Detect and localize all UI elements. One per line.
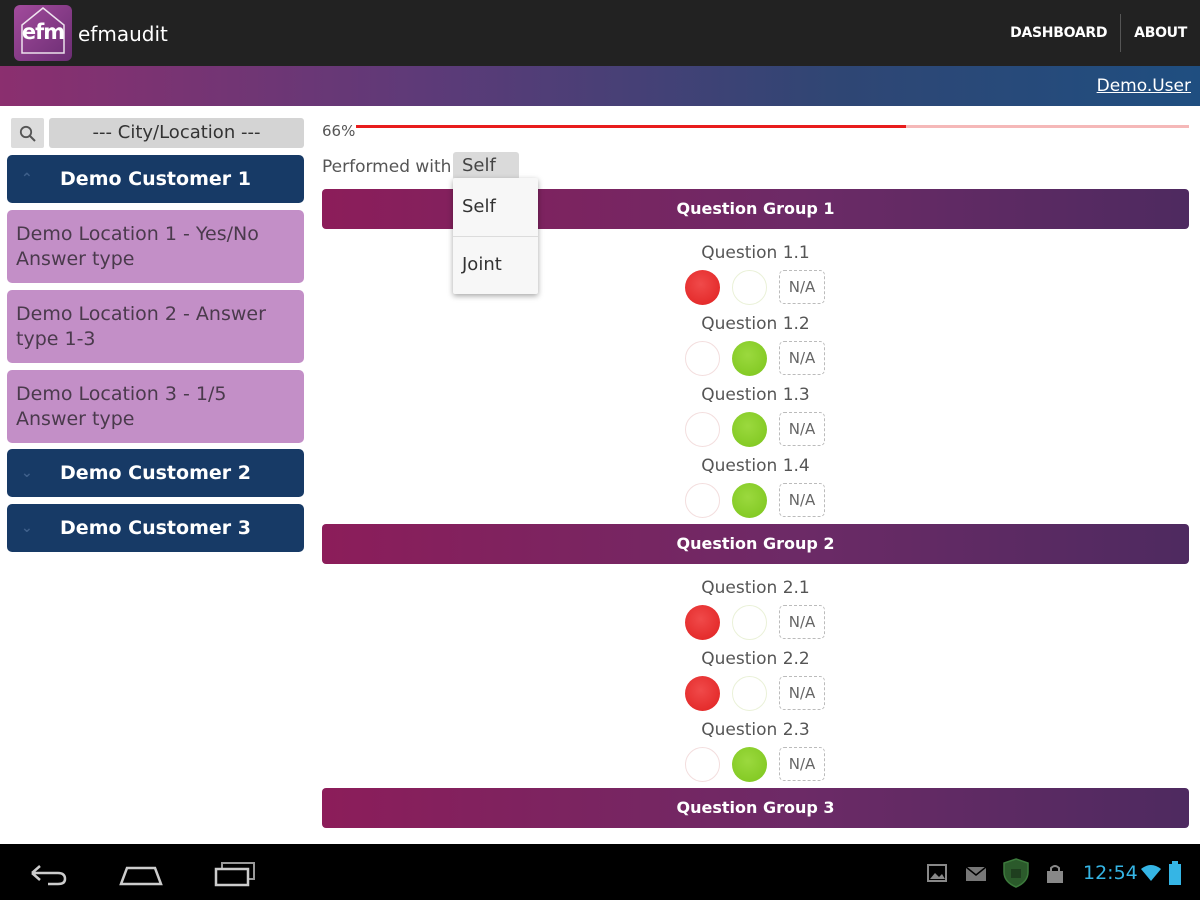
city-location-select[interactable]: --- City/Location --- bbox=[49, 118, 304, 148]
question-group-header[interactable]: Question Group 2 bbox=[322, 524, 1189, 564]
question-label: Question 2.1 bbox=[701, 578, 810, 598]
answer-na-button[interactable]: N/A bbox=[779, 676, 825, 710]
question-row: Question 2.2 N/A bbox=[322, 649, 1189, 719]
nav-dashboard[interactable]: DASHBOARD bbox=[997, 25, 1120, 41]
question-group-header[interactable]: Question Group 3 bbox=[322, 788, 1189, 828]
answer-no-button[interactable] bbox=[685, 676, 720, 711]
action-bar: efm efmaudit DASHBOARD ABOUT bbox=[0, 0, 1200, 66]
customer-item-3[interactable]: ⌄ Demo Customer 3 bbox=[7, 504, 304, 552]
question-label: Question 1.3 bbox=[701, 385, 810, 405]
store-notification-icon bbox=[1047, 865, 1063, 883]
location-item-3[interactable]: Demo Location 3 - 1/5 Answer type bbox=[7, 370, 304, 443]
recent-apps-icon[interactable] bbox=[212, 860, 258, 888]
question-label: Question 2.3 bbox=[701, 720, 810, 740]
location-item-1[interactable]: Demo Location 1 - Yes/No Answer type bbox=[7, 210, 304, 283]
answer-no-button[interactable] bbox=[685, 605, 720, 640]
logo-text: efm bbox=[21, 20, 65, 44]
answer-yes-button[interactable] bbox=[732, 676, 767, 711]
answer-no-button[interactable] bbox=[685, 747, 720, 782]
question-row: Question 1.4 N/A bbox=[322, 456, 1189, 526]
customer-label: Demo Customer 1 bbox=[60, 168, 251, 190]
progress-fill bbox=[356, 125, 906, 128]
answer-yes-button[interactable] bbox=[732, 341, 767, 376]
back-icon[interactable] bbox=[26, 860, 70, 886]
performed-with-dropdown: Self Joint bbox=[453, 178, 538, 294]
chevron-down-icon: ⌄ bbox=[21, 465, 33, 481]
user-bar: Demo.User bbox=[0, 66, 1200, 106]
answer-yes-button[interactable] bbox=[732, 412, 767, 447]
customer-label: Demo Customer 3 bbox=[60, 517, 251, 539]
battery-icon bbox=[1169, 861, 1181, 885]
shield-notification-icon bbox=[1003, 858, 1029, 888]
answer-yes-button[interactable] bbox=[732, 270, 767, 305]
customer-label: Demo Customer 2 bbox=[60, 462, 251, 484]
mail-notification-icon bbox=[965, 866, 987, 881]
performed-with-label: Performed with: bbox=[322, 157, 458, 177]
question-row: Question 1.3 N/A bbox=[322, 385, 1189, 455]
answer-na-button[interactable]: N/A bbox=[779, 341, 825, 375]
sidebar: --- City/Location --- ⌃ Demo Customer 1 … bbox=[0, 106, 314, 844]
answer-na-button[interactable]: N/A bbox=[779, 270, 825, 304]
question-row: Question 2.1 N/A bbox=[322, 578, 1189, 648]
search-icon bbox=[19, 125, 36, 142]
location-item-2[interactable]: Demo Location 2 - Answer type 1-3 bbox=[7, 290, 304, 363]
chevron-up-icon: ⌃ bbox=[21, 171, 33, 187]
answer-yes-button[interactable] bbox=[732, 605, 767, 640]
wifi-icon bbox=[1141, 865, 1161, 881]
answer-na-button[interactable]: N/A bbox=[779, 483, 825, 517]
progress-bar bbox=[356, 125, 1189, 128]
performed-with-select[interactable]: Self bbox=[453, 152, 519, 180]
question-label: Question 1.2 bbox=[701, 314, 810, 334]
status-clock: 12:54 bbox=[1083, 862, 1138, 884]
question-row: Question 2.3 N/A bbox=[322, 720, 1189, 790]
question-label: Question 2.2 bbox=[701, 649, 810, 669]
gallery-notification-icon bbox=[927, 864, 947, 882]
answer-yes-button[interactable] bbox=[732, 747, 767, 782]
question-label: Question 1.4 bbox=[701, 456, 810, 476]
dropdown-option-joint[interactable]: Joint bbox=[453, 236, 538, 294]
dropdown-option-self[interactable]: Self bbox=[453, 178, 538, 236]
home-icon[interactable] bbox=[118, 862, 164, 886]
progress-percent: 66% bbox=[322, 122, 356, 140]
user-link[interactable]: Demo.User bbox=[1097, 76, 1191, 96]
answer-no-button[interactable] bbox=[685, 270, 720, 305]
top-nav: DASHBOARD ABOUT bbox=[997, 14, 1200, 52]
answer-yes-button[interactable] bbox=[732, 483, 767, 518]
search-button[interactable] bbox=[11, 118, 44, 148]
nav-about[interactable]: ABOUT bbox=[1121, 25, 1200, 41]
question-row: Question 1.2 N/A bbox=[322, 314, 1189, 384]
customer-item-1[interactable]: ⌃ Demo Customer 1 bbox=[7, 155, 304, 203]
answer-na-button[interactable]: N/A bbox=[779, 605, 825, 639]
system-navigation-bar: 12:54 bbox=[0, 844, 1200, 900]
answer-na-button[interactable]: N/A bbox=[779, 412, 825, 446]
answer-no-button[interactable] bbox=[685, 341, 720, 376]
chevron-down-icon: ⌄ bbox=[21, 520, 33, 536]
answer-no-button[interactable] bbox=[685, 483, 720, 518]
answer-na-button[interactable]: N/A bbox=[779, 747, 825, 781]
app-title: efmaudit bbox=[78, 22, 168, 46]
customer-item-2[interactable]: ⌄ Demo Customer 2 bbox=[7, 449, 304, 497]
answer-no-button[interactable] bbox=[685, 412, 720, 447]
app-logo[interactable]: efm bbox=[14, 5, 72, 61]
